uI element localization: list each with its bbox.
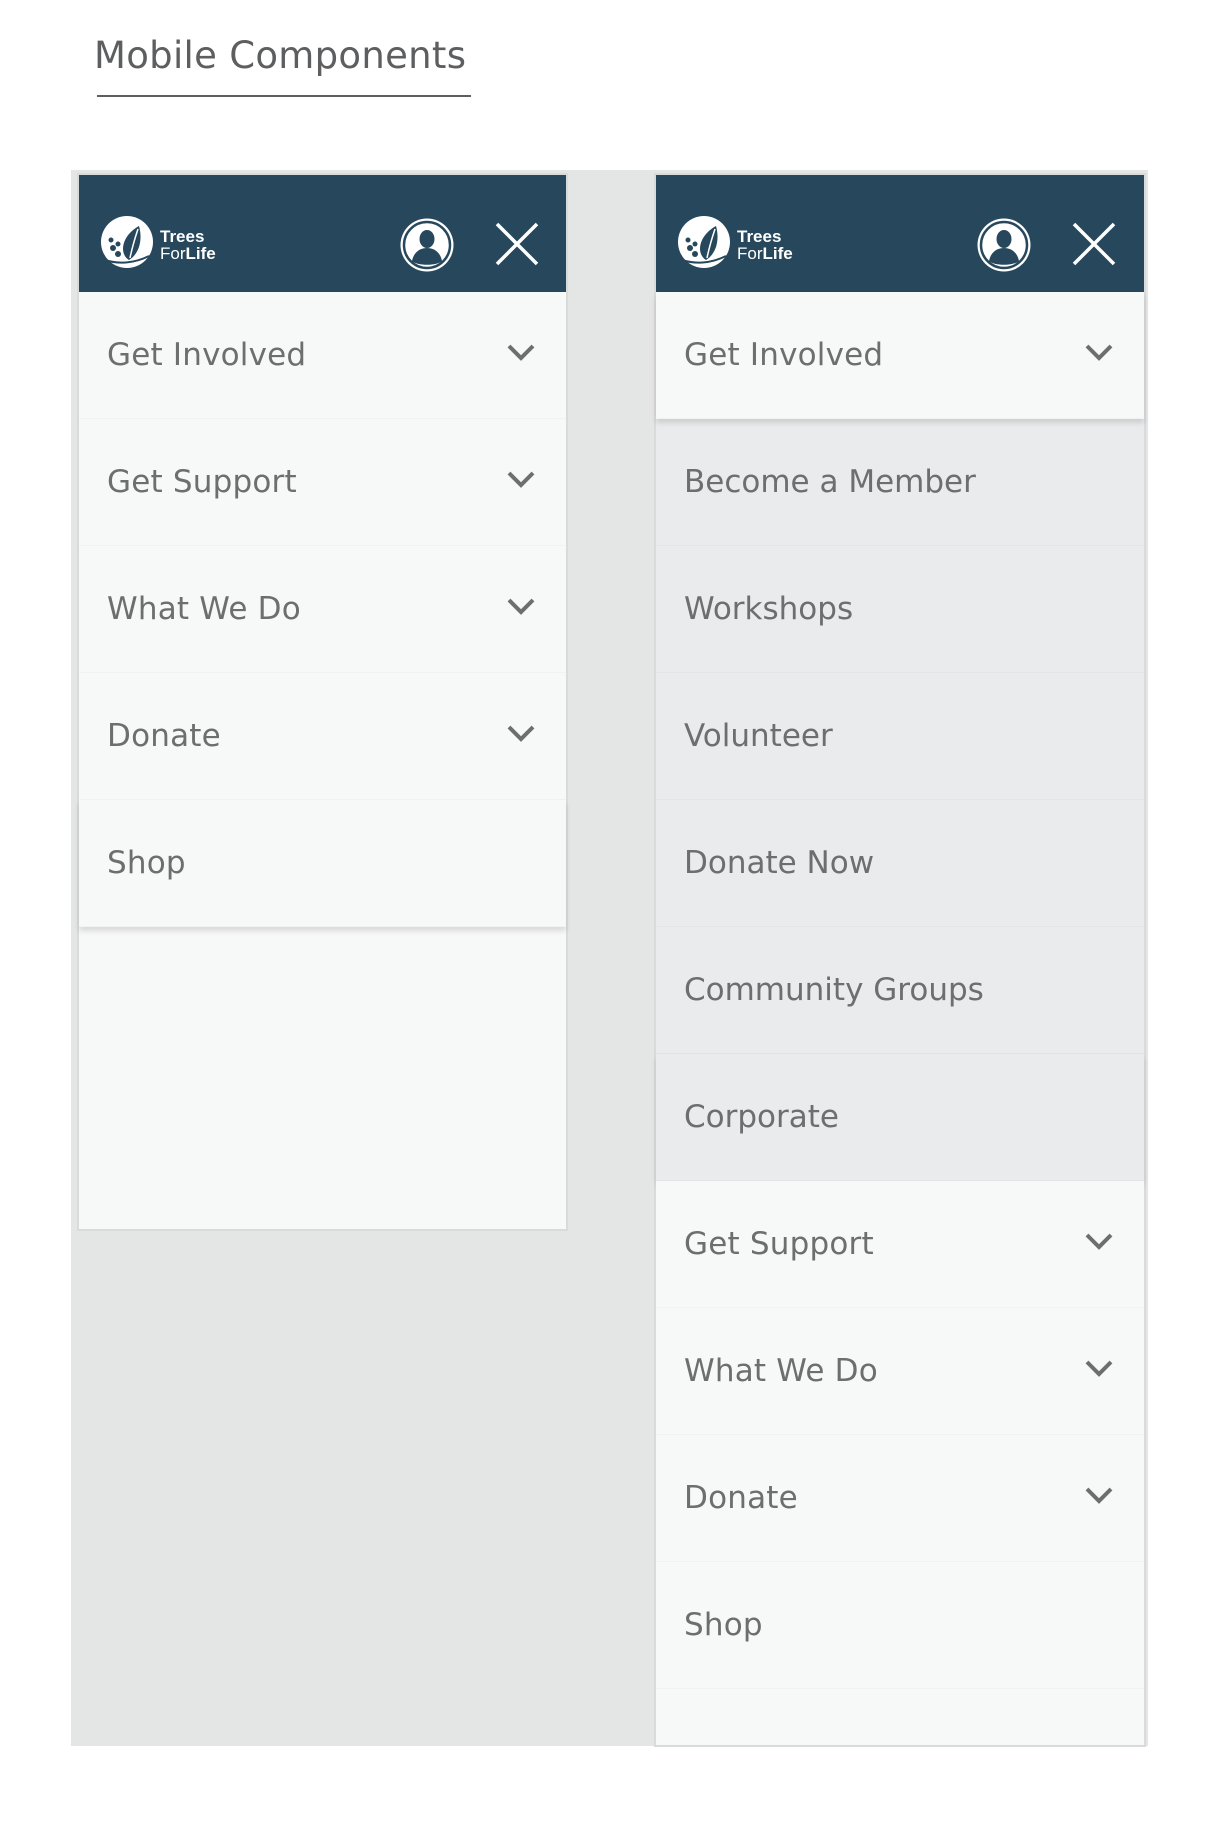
close-icon (1072, 222, 1116, 266)
menu-item-what-we-do[interactable]: What We Do (79, 546, 566, 673)
mobile-menu-collapsed: Trees ForLife Get Involved Get Support W… (77, 173, 568, 1231)
chevron-down-icon[interactable] (506, 596, 536, 616)
chevron-down-icon[interactable] (1084, 1485, 1114, 1505)
main-menu: Get Involved Get Support What We Do Dona… (79, 292, 566, 927)
menu-item-shop[interactable]: Shop (79, 800, 566, 927)
submenu-item-label: Corporate (684, 1099, 839, 1135)
menu-item-get-involved[interactable]: Get Involved (79, 292, 566, 419)
menu-item-label: What We Do (684, 1353, 878, 1389)
menu-item-shop[interactable]: Shop (656, 1562, 1144, 1689)
brand-logo[interactable]: Trees ForLife (676, 214, 801, 274)
page-title: Mobile Components (94, 34, 467, 77)
submenu-item-become-a-member[interactable]: Become a Member (656, 419, 1144, 546)
user-avatar-icon (400, 218, 454, 272)
chevron-down-icon[interactable] (506, 469, 536, 489)
title-underline (97, 95, 471, 97)
brand-name-line2: ForLife (160, 245, 216, 262)
user-avatar-icon (977, 218, 1031, 272)
submenu-item-label: Become a Member (684, 464, 976, 500)
menu-item-label: Donate (684, 1480, 798, 1516)
menu-item-donate[interactable]: Donate (656, 1435, 1144, 1562)
submenu-item-label: Donate Now (684, 845, 875, 881)
brand-for: For (737, 244, 763, 263)
brand-name-line2: ForLife (737, 245, 793, 262)
brand-name-line1: Trees (160, 227, 205, 246)
menu-item-get-support[interactable]: Get Support (656, 1181, 1144, 1308)
user-account-button[interactable] (976, 217, 1032, 273)
submenu-item-label: Workshops (684, 591, 854, 627)
menu-item-what-we-do[interactable]: What We Do (656, 1308, 1144, 1435)
mobile-header: Trees ForLife (656, 175, 1144, 292)
menu-item-donate[interactable]: Donate (79, 673, 566, 800)
submenu-get-involved: Become a Member Workshops Volunteer Dona… (656, 419, 1144, 1181)
submenu-item-community-groups[interactable]: Community Groups (656, 927, 1144, 1054)
mobile-header: Trees ForLife (79, 175, 566, 292)
menu-item-label: Get Support (107, 464, 297, 500)
submenu-item-donate-now[interactable]: Donate Now (656, 800, 1144, 927)
tree-leaf-logo-icon (101, 216, 153, 268)
menu-item-label: Get Involved (107, 337, 307, 373)
submenu-item-label: Volunteer (684, 718, 833, 754)
brand-life: Life (762, 244, 793, 263)
submenu-item-workshops[interactable]: Workshops (656, 546, 1144, 673)
submenu-item-volunteer[interactable]: Volunteer (656, 673, 1144, 800)
menu-item-label: Get Involved (684, 337, 884, 373)
chevron-down-icon[interactable] (506, 723, 536, 743)
close-menu-button[interactable] (494, 221, 540, 267)
brand-name-line1: Trees (737, 227, 782, 246)
main-menu: Get Involved Become a Member Workshops V… (656, 292, 1144, 1689)
menu-item-label: What We Do (107, 591, 301, 627)
menu-item-label: Shop (684, 1607, 763, 1643)
mobile-menu-expanded: Trees ForLife Get Involved Become a Memb… (654, 173, 1146, 1747)
brand-life: Life (185, 244, 216, 263)
close-icon (495, 222, 539, 266)
brand-for: For (160, 244, 186, 263)
menu-item-label: Shop (107, 845, 186, 881)
chevron-down-icon[interactable] (1084, 1231, 1114, 1251)
close-menu-button[interactable] (1071, 221, 1117, 267)
user-account-button[interactable] (399, 217, 455, 273)
submenu-item-corporate[interactable]: Corporate (656, 1054, 1144, 1181)
submenu-item-label: Community Groups (684, 972, 984, 1008)
menu-item-get-support[interactable]: Get Support (79, 419, 566, 546)
chevron-down-icon[interactable] (1084, 1358, 1114, 1378)
menu-item-label: Get Support (684, 1226, 874, 1262)
chevron-down-icon[interactable] (506, 342, 536, 362)
menu-item-label: Donate (107, 718, 221, 754)
chevron-down-icon[interactable] (1084, 342, 1114, 362)
brand-logo[interactable]: Trees ForLife (99, 214, 224, 274)
tree-leaf-logo-icon (678, 216, 730, 268)
menu-item-get-involved[interactable]: Get Involved (656, 292, 1144, 419)
